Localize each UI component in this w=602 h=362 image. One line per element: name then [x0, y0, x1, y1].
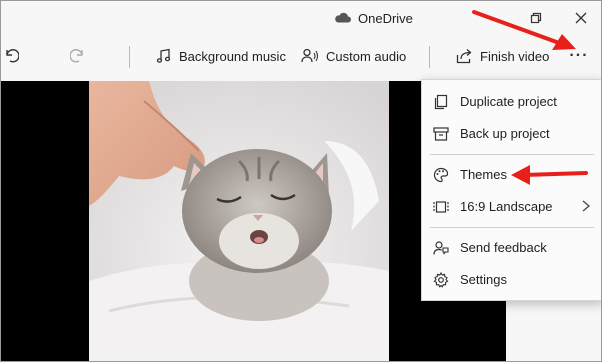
- background-music-label: Background music: [179, 48, 286, 64]
- app-window: OneDrive Background music Custom audio F…: [0, 0, 602, 362]
- menu-item-send-feedback[interactable]: Send feedback: [422, 232, 601, 264]
- feedback-icon: [432, 239, 450, 257]
- aspect-ratio-icon: [432, 198, 450, 216]
- toolbar: Background music Custom audio Finish vid…: [1, 35, 601, 79]
- undo-icon[interactable]: [1, 45, 21, 65]
- menu-separator: [430, 227, 594, 228]
- custom-audio-button[interactable]: Custom audio: [301, 45, 406, 67]
- more-options-button[interactable]: ...: [566, 44, 592, 65]
- archive-icon: [432, 125, 450, 143]
- cloud-icon: [335, 12, 351, 23]
- title-bar: OneDrive: [1, 1, 601, 35]
- window-title: OneDrive: [358, 11, 413, 26]
- menu-item-duplicate-project[interactable]: Duplicate project: [422, 86, 601, 118]
- custom-audio-label: Custom audio: [326, 48, 407, 64]
- video-preview: [89, 81, 389, 361]
- toolbar-separator: [429, 46, 430, 68]
- menu-item-settings[interactable]: Settings: [422, 264, 601, 296]
- share-export-icon: [456, 49, 472, 64]
- menu-item-back-up-project[interactable]: Back up project: [422, 118, 601, 150]
- menu-separator: [430, 154, 594, 155]
- finish-video-label: Finish video: [480, 48, 550, 64]
- kitten-image: [89, 81, 389, 361]
- chevron-right-icon: [582, 200, 591, 212]
- gear-icon: [432, 271, 450, 289]
- music-note-icon: [156, 48, 171, 63]
- restore-icon[interactable]: [527, 9, 545, 27]
- duplicate-icon: [432, 93, 450, 111]
- redo-icon[interactable]: [68, 45, 88, 65]
- custom-audio-icon: [301, 48, 319, 63]
- toolbar-separator: [129, 46, 130, 68]
- more-options-menu: Duplicate project Back up project Themes…: [421, 79, 601, 301]
- menu-item-aspect-ratio[interactable]: 16:9 Landscape: [422, 191, 601, 223]
- close-icon[interactable]: [572, 9, 590, 27]
- finish-video-button[interactable]: Finish video: [456, 45, 549, 67]
- palette-icon: [432, 166, 450, 184]
- menu-item-themes[interactable]: Themes: [422, 159, 601, 191]
- background-music-button[interactable]: Background music: [156, 45, 286, 67]
